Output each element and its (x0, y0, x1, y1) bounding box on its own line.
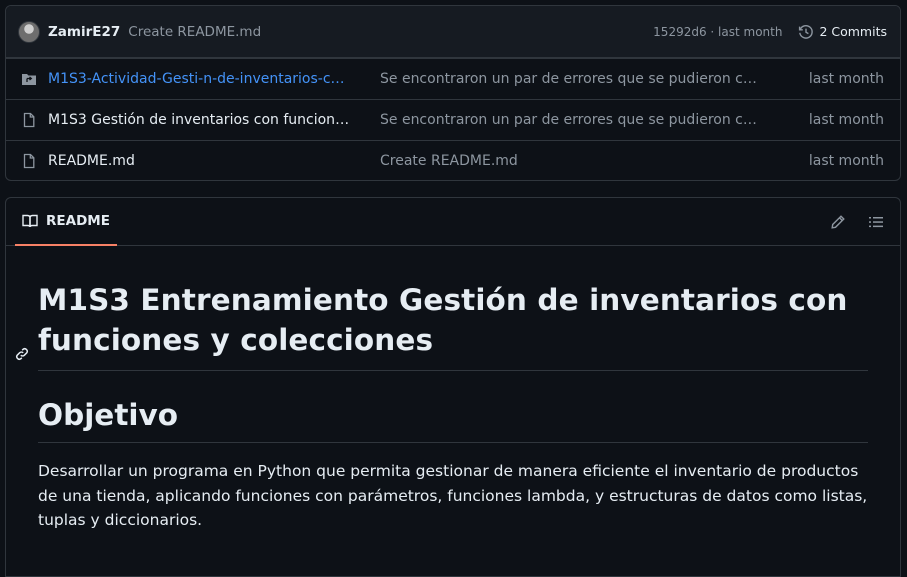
file-commit-date: last month (808, 153, 884, 169)
readme-title: M1S3 Entrenamiento Gestión de inventario… (38, 280, 868, 371)
file-icon (23, 112, 35, 128)
file-row[interactable]: M1S3-Actividad-Gesti-n-de-inventarios-co… (6, 58, 900, 99)
file-list: ZamirE27 Create README.md 15292d6 · last… (5, 5, 901, 181)
edit-file-button[interactable] (830, 214, 846, 230)
file-name-link[interactable]: README.md (48, 153, 351, 169)
commits-history-button[interactable]: 2 Commits (798, 24, 887, 40)
folder-submodule-icon (22, 74, 36, 85)
latest-commit-bar: ZamirE27 Create README.md 15292d6 · last… (6, 6, 900, 58)
commit-message[interactable]: Create README.md (128, 24, 261, 40)
file-icon (23, 153, 35, 169)
heading-anchor-link[interactable] (14, 346, 30, 366)
readme-panel: README M1S3 Entrenamiento Gestión de inv… (5, 197, 901, 577)
file-row[interactable]: README.md Create README.md last month (6, 140, 900, 180)
file-commit-date: last month (808, 71, 884, 87)
readme-content: M1S3 Entrenamiento Gestión de inventario… (6, 280, 900, 533)
outline-button[interactable] (868, 214, 884, 230)
objective-text: Desarrollar un programa en Python que pe… (38, 462, 868, 529)
commits-count-label: 2 Commits (819, 24, 887, 39)
history-icon (799, 24, 814, 39)
file-row[interactable]: M1S3 Gestión de inventarios con funcione… (6, 99, 900, 140)
objective-heading: Objetivo (38, 395, 868, 443)
commit-author[interactable]: ZamirE27 (48, 24, 120, 40)
avatar[interactable] (18, 20, 40, 43)
file-name-link[interactable]: M1S3 Gestión de inventarios con funcione… (48, 112, 351, 128)
readme-tab-label: README (46, 213, 110, 229)
list-icon (869, 216, 883, 227)
file-commit-message[interactable]: Se encontraron un par de errores que se … (380, 112, 763, 128)
file-commit-date: last month (808, 112, 884, 128)
commit-hash-date[interactable]: 15292d6 · last month (653, 25, 782, 39)
readme-header: README (6, 198, 900, 246)
file-name-link[interactable]: M1S3-Actividad-Gesti-n-de-inventarios-co… (48, 71, 351, 87)
readme-tab[interactable]: README (15, 199, 117, 246)
file-commit-message[interactable]: Se encontraron un par de errores que se … (380, 71, 763, 87)
link-icon (16, 348, 28, 360)
book-icon (22, 214, 38, 228)
pencil-icon (831, 214, 845, 229)
file-commit-message[interactable]: Create README.md (380, 153, 763, 169)
